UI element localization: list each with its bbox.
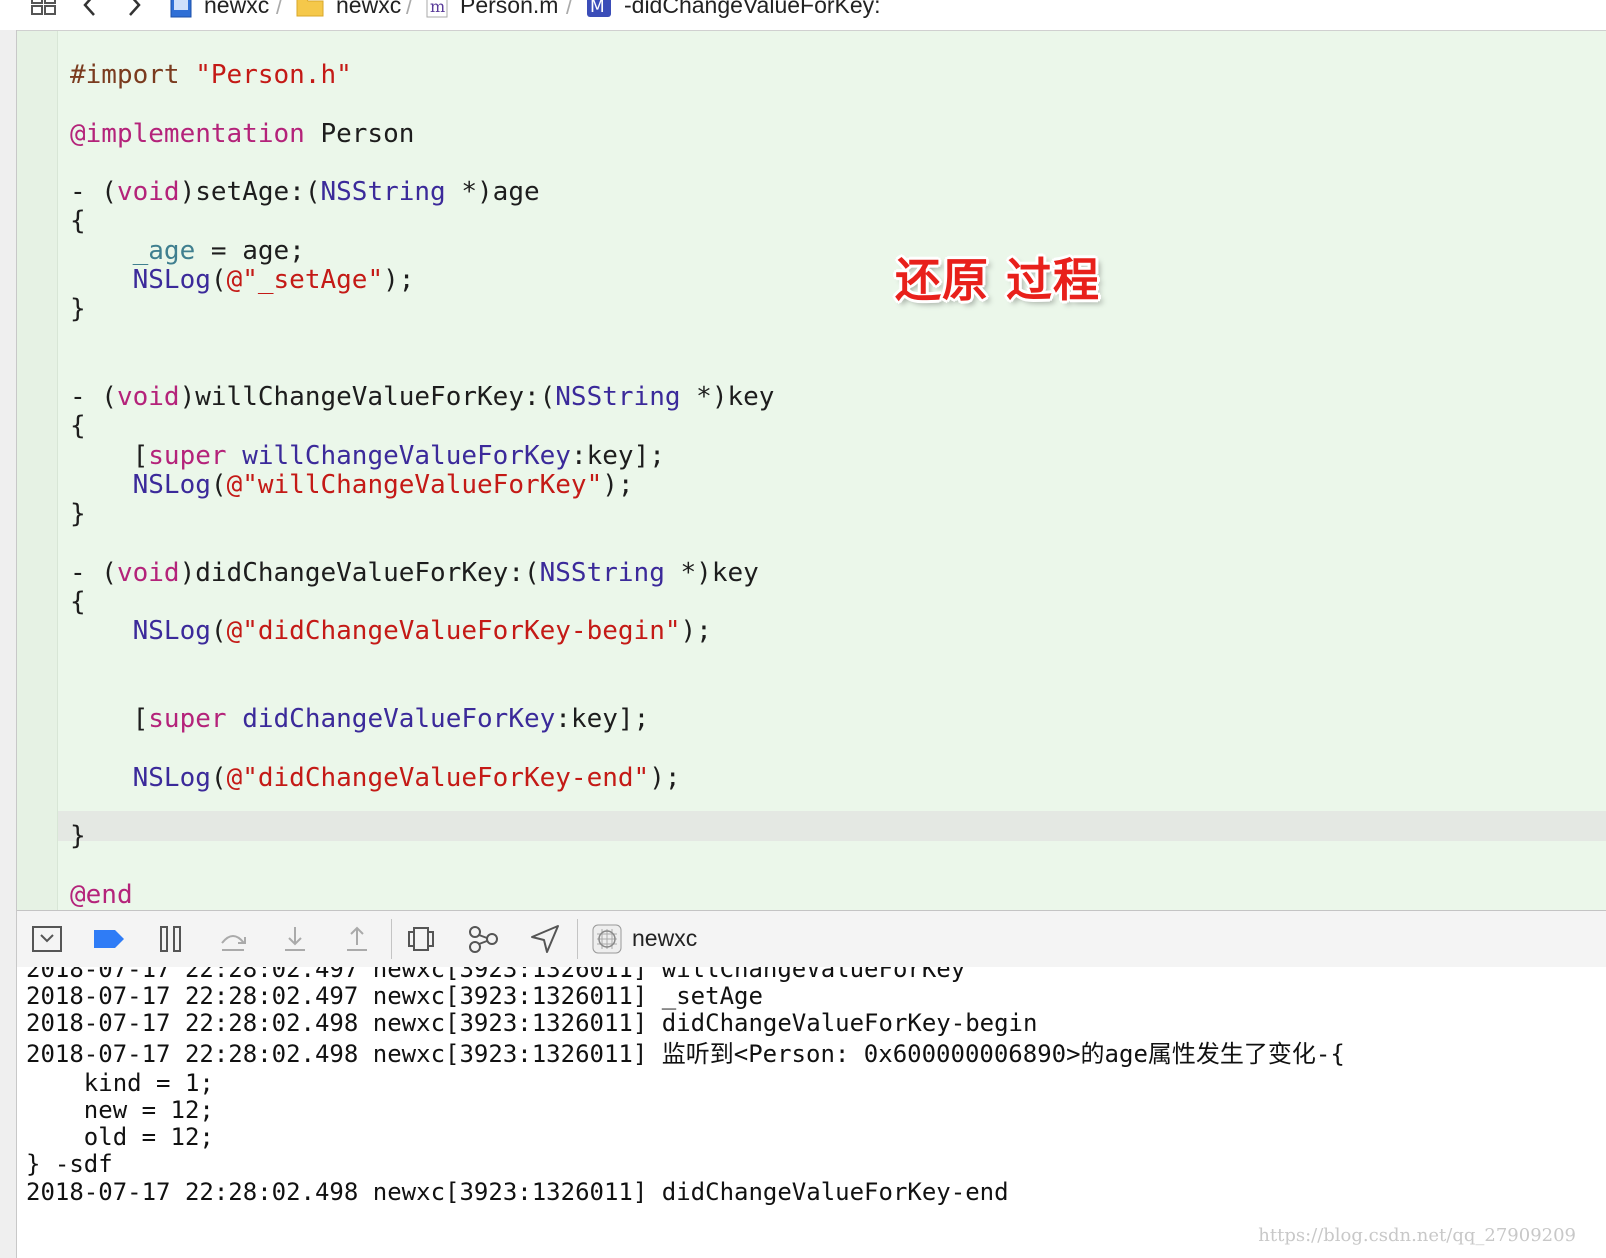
code-editor[interactable]: #import "Person.h" @implementation Perso… <box>17 31 1606 910</box>
code-line: { <box>70 206 86 236</box>
code-line: NSLog(@"_setAge"); <box>132 265 415 295</box>
code-line: } <box>70 499 86 529</box>
code-line: - (void)willChangeValueForKey:(NSString … <box>70 382 775 412</box>
code-line: [super didChangeValueForKey:key]; <box>70 704 650 734</box>
console-line: 2018-07-17 22:28:02.498 newxc[3923:13260… <box>26 1009 1038 1037</box>
code-line: NSLog(@"didChangeValueForKey-begin"); <box>132 616 712 646</box>
overlay-annotation: 还原 过程 <box>895 253 1101 307</box>
grid-icon <box>31 0 56 15</box>
svg-text:m: m <box>430 0 445 16</box>
console-line: kind = 1; <box>26 1069 214 1097</box>
code-line: [super willChangeValueForKey:key]; <box>70 441 665 471</box>
breadcrumb-item-file[interactable]: m Person.m <box>426 0 558 20</box>
target-selector-button[interactable] <box>591 923 623 955</box>
app-target-icon <box>592 924 622 954</box>
step-out-icon <box>347 926 367 951</box>
breadcrumb-separator: / <box>276 0 283 19</box>
console-line: 2018-07-17 22:28:02.498 newxc[3923:13260… <box>26 1040 1345 1068</box>
breadcrumb-label: -didChangeValueForKey: <box>624 0 881 18</box>
code-line: NSLog(@"willChangeValueForKey"); <box>132 470 634 500</box>
view-hierarchy-icon <box>408 927 434 951</box>
folder-icon <box>296 0 324 17</box>
watermark: https://blog.csdn.net/qq_27909209 <box>1258 1225 1576 1246</box>
method-icon: M <box>587 0 611 17</box>
breadcrumb-item-method[interactable]: M -didChangeValueForKey: <box>586 0 881 20</box>
target-label: newxc <box>632 925 698 951</box>
breakpoints-toggle-button[interactable] <box>93 923 125 955</box>
simulate-location-button[interactable] <box>529 923 561 955</box>
navigator-edge <box>0 30 17 1258</box>
toolbar-divider <box>391 919 392 959</box>
console-line: new = 12; <box>26 1096 214 1124</box>
breadcrumb-separator: / <box>406 0 413 19</box>
debug-bar: newxc <box>17 910 1606 968</box>
console-line: 2018-07-17 22:28:02.497 newxc[3923:13260… <box>26 967 966 983</box>
console-line: 2018-07-17 22:28:02.498 newxc[3923:13260… <box>26 1178 1009 1206</box>
step-into-icon <box>285 927 305 951</box>
console-line: old = 12; <box>26 1123 214 1151</box>
m-file-icon: m <box>426 0 448 18</box>
code-line: } <box>70 294 86 324</box>
code-line: { <box>70 587 86 617</box>
toolbar-divider <box>577 919 578 959</box>
debug-view-hierarchy-button[interactable] <box>405 923 437 955</box>
pause-icon <box>160 926 181 952</box>
breadcrumb-separator: / <box>566 0 573 19</box>
code-line: - (void)didChangeValueForKey:(NSString *… <box>70 558 759 588</box>
code-line: NSLog(@"didChangeValueForKey-end"); <box>132 763 681 793</box>
breadcrumb-item-project[interactable]: newxc <box>170 0 269 20</box>
location-arrow-icon <box>531 925 559 953</box>
code-line: @implementation Person <box>70 119 415 149</box>
step-into-button[interactable] <box>279 923 311 955</box>
code-line: _age = age; <box>132 236 305 266</box>
console-line: 2018-07-17 22:28:02.497 newxc[3923:13260… <box>26 982 763 1010</box>
console-line: } -sdf <box>26 1150 113 1178</box>
hide-debug-area-button[interactable] <box>31 923 63 955</box>
breadcrumb-item-folder[interactable]: newxc <box>296 0 401 20</box>
related-items-button[interactable] <box>30 0 58 20</box>
step-out-button[interactable] <box>341 923 373 955</box>
chevron-left-icon <box>83 0 95 16</box>
breadcrumb-label: newxc <box>204 0 270 18</box>
step-over-icon <box>221 935 246 951</box>
chevron-right-icon <box>129 0 141 16</box>
code-line: } <box>70 821 86 851</box>
breadcrumb-label: newxc <box>336 0 402 18</box>
project-icon <box>170 0 192 18</box>
code-line: @end <box>70 880 133 910</box>
debug-memory-graph-button[interactable] <box>467 923 499 955</box>
current-line-highlight <box>58 811 1606 841</box>
jump-bar: newxc / newxc / m Person.m / M -didChang… <box>0 0 1606 31</box>
hide-panel-icon <box>32 926 62 952</box>
back-button[interactable] <box>82 0 98 20</box>
code-line: - (void)setAge:(NSString *)age <box>70 177 540 207</box>
svg-text:M: M <box>590 0 605 17</box>
pause-button[interactable] <box>155 923 187 955</box>
console-output[interactable]: 2018-07-17 22:28:02.497 newxc[3923:13260… <box>17 967 1606 1258</box>
step-over-button[interactable] <box>217 923 249 955</box>
code-line: #import "Person.h" <box>70 60 352 90</box>
breakpoint-icon <box>94 930 124 948</box>
memory-graph-icon <box>469 926 498 953</box>
breadcrumb-label: Person.m <box>460 0 559 18</box>
code-line: { <box>70 411 86 441</box>
line-gutter[interactable] <box>17 31 58 910</box>
forward-button[interactable] <box>126 0 142 20</box>
